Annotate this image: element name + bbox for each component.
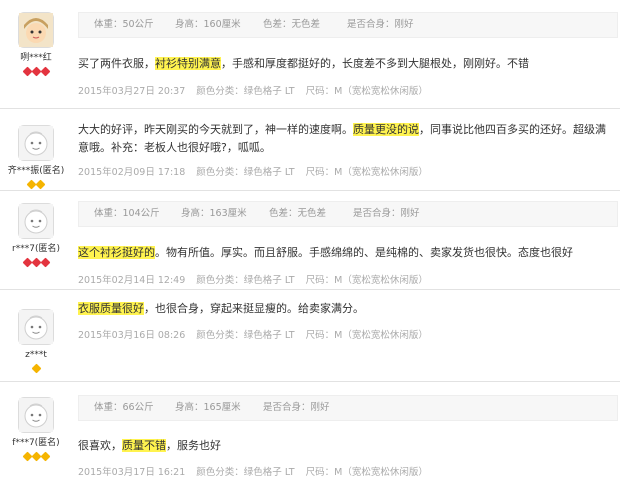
fit-info: 是否合身：刚好	[263, 402, 330, 413]
avatar[interactable]	[18, 309, 54, 345]
default-avatar-icon	[19, 204, 53, 238]
level-gem-icon	[35, 179, 46, 190]
reviewer-info: 咧***红	[0, 12, 72, 77]
reviewer-level-badges	[0, 362, 72, 374]
avatar[interactable]	[18, 397, 54, 433]
size-option: 尺码：M（宽松宽松休闲版）	[305, 467, 428, 478]
default-avatar-icon	[19, 398, 53, 432]
reviewer-name[interactable]: 齐***振(匿名)	[0, 166, 72, 177]
size-info-bar: 体重：66公斤 身高：165厘米 是否合身：刚好	[78, 395, 618, 421]
reviewer-name[interactable]: z***t	[0, 350, 72, 361]
highlighted-keyword: 衣服质量很好	[78, 302, 144, 315]
level-gem-icon	[22, 66, 32, 77]
review-text-segment: ，手感和厚度都挺好的，长度差不多到大腿根处，刚刚好。不错	[221, 57, 529, 70]
level-gem-icon	[31, 66, 41, 77]
review-text-segment: ，服务也好	[166, 439, 221, 452]
height-info: 身高：163厘米	[181, 208, 247, 219]
color-category: 颜色分类：绿色格子 LT	[196, 467, 295, 478]
avatar[interactable]	[18, 203, 54, 239]
level-gem-icon	[31, 363, 41, 374]
divider	[0, 381, 620, 382]
color-diff-info: 色差：无色差	[269, 208, 327, 219]
height-info: 身高：165厘米	[175, 402, 241, 413]
reviewer-info: 齐***振(匿名)	[0, 125, 72, 190]
highlighted-keyword: 这个衬衫挺好的	[78, 246, 155, 259]
review-date: 2015年02月14日 12:49	[78, 275, 186, 286]
color-diff-info: 色差：无色差	[263, 19, 321, 30]
review-meta: 2015年03月16日 08:26 颜色分类：绿色格子 LT 尺码：M（宽松宽松…	[78, 327, 436, 341]
reviewer-level-badges	[0, 65, 72, 77]
color-category: 颜色分类：绿色格子 LT	[196, 167, 295, 178]
review-text-segment: ，也很合身，穿起来挺显瘦的。给卖家满分。	[144, 302, 364, 315]
weight-info: 体重：66公斤	[94, 402, 154, 413]
reviewer-name[interactable]: 咧***红	[0, 53, 72, 64]
highlighted-keyword: 质量更没的说	[353, 123, 419, 136]
weight-info: 体重：104公斤	[94, 208, 160, 219]
fit-info: 是否合身：刚好	[347, 19, 414, 30]
review-meta: 2015年02月14日 12:49 颜色分类：绿色格子 LT 尺码：M（宽松宽松…	[78, 272, 436, 286]
review-text: 大大的好评，昨天刚买的今天就到了，神一样的速度啊。质量更没的说，同事说比他四百多…	[78, 121, 606, 157]
size-info-bar: 体重：104公斤 身高：163厘米 色差：无色差 是否合身：刚好	[78, 201, 618, 227]
height-info: 身高：160厘米	[175, 19, 241, 30]
review-text: 这个衬衫挺好的。物有所值。厚实。而且舒服。手感绵绵的、是纯棉的、卖家发货也很快。…	[78, 244, 606, 262]
review-text: 衣服质量很好，也很合身，穿起来挺显瘦的。给卖家满分。	[78, 300, 606, 318]
divider	[0, 108, 620, 109]
reviewer-info: f***7(匿名)	[0, 397, 72, 462]
size-info-bar: 体重：50公斤 身高：160厘米 色差：无色差 是否合身：刚好	[78, 12, 618, 38]
divider	[0, 289, 620, 290]
default-avatar-icon	[19, 126, 53, 160]
size-option: 尺码：M（宽松宽松休闲版）	[305, 330, 428, 341]
review-date: 2015年03月16日 08:26	[78, 330, 186, 341]
review-meta: 2015年02月09日 17:18 颜色分类：绿色格子 LT 尺码：M（宽松宽松…	[78, 164, 436, 178]
color-category: 颜色分类：绿色格子 LT	[196, 275, 295, 286]
color-category: 颜色分类：绿色格子 LT	[196, 86, 295, 97]
fit-info: 是否合身：刚好	[353, 208, 420, 219]
avatar[interactable]	[18, 125, 54, 161]
reviewer-name[interactable]: r***7(匿名)	[0, 244, 72, 255]
review-date: 2015年03月17日 16:21	[78, 467, 186, 478]
review-date: 2015年03月27日 20:37	[78, 86, 186, 97]
level-gem-icon	[31, 257, 41, 268]
review-text-segment: 大大的好评，昨天刚买的今天就到了，神一样的速度啊。	[78, 123, 353, 136]
weight-info: 体重：50公斤	[94, 19, 154, 30]
reviewer-name[interactable]: f***7(匿名)	[0, 438, 72, 449]
review-date: 2015年02月09日 17:18	[78, 167, 186, 178]
divider	[0, 190, 620, 191]
avatar[interactable]	[18, 12, 54, 48]
level-gem-icon	[40, 451, 50, 462]
level-gem-icon	[40, 257, 50, 268]
review-meta: 2015年03月17日 16:21 颜色分类：绿色格子 LT 尺码：M（宽松宽松…	[78, 464, 436, 478]
reviewer-level-badges	[0, 450, 72, 462]
level-gem-icon	[31, 451, 41, 462]
reviewer-level-badges	[0, 178, 72, 190]
color-category: 颜色分类：绿色格子 LT	[196, 330, 295, 341]
level-gem-icon	[22, 257, 32, 268]
reviewer-level-badges	[0, 256, 72, 268]
level-gem-icon	[22, 451, 32, 462]
size-option: 尺码：M（宽松宽松休闲版）	[305, 167, 428, 178]
level-gem-icon	[40, 66, 50, 77]
reviewer-info: r***7(匿名)	[0, 203, 72, 268]
reviewer-info: z***t	[0, 309, 72, 374]
default-avatar-icon	[19, 310, 53, 344]
highlighted-keyword: 衬衫特别满意	[155, 57, 221, 70]
review-text-segment: 。物有所值。厚实。而且舒服。手感绵绵的、是纯棉的、卖家发货也很快。态度也很好	[155, 246, 573, 259]
review-text-segment: 买了两件衣服，	[78, 57, 155, 70]
review-text-segment: 很喜欢，	[78, 439, 122, 452]
review-meta: 2015年03月27日 20:37 颜色分类：绿色格子 LT 尺码：M（宽松宽松…	[78, 83, 436, 97]
user-photo-avatar-icon	[19, 13, 53, 47]
size-option: 尺码：M（宽松宽松休闲版）	[305, 86, 428, 97]
review-text: 很喜欢，质量不错，服务也好	[78, 437, 606, 455]
size-option: 尺码：M（宽松宽松休闲版）	[305, 275, 428, 286]
highlighted-keyword: 质量不错	[122, 439, 166, 452]
review-text: 买了两件衣服，衬衫特别满意，手感和厚度都挺好的，长度差不多到大腿根处，刚刚好。不…	[78, 55, 606, 73]
